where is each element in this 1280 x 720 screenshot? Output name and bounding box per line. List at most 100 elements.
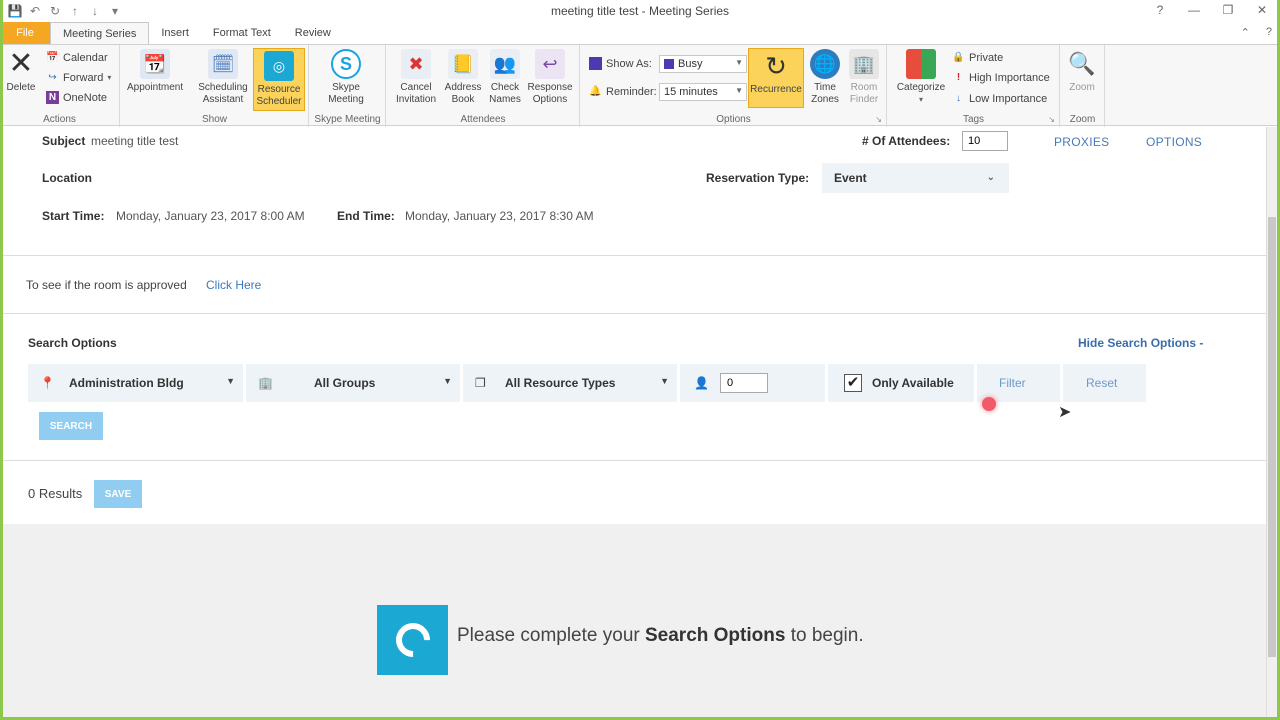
close-icon[interactable]: ✕ <box>1254 2 1270 18</box>
dialog-launcher-icon[interactable]: ↘ <box>1048 115 1055 124</box>
subject-value: meeting title test <box>91 134 179 148</box>
cancel-invitation-icon: ✖ <box>401 49 431 79</box>
group-skype-meeting: S Skype Meeting Skype Meeting <box>310 45 386 127</box>
vertical-scrollbar[interactable] <box>1266 127 1277 717</box>
recurrence-icon: ↻ <box>765 51 787 81</box>
results-count: 0 Results <box>28 486 83 501</box>
end-time-value: Monday, January 23, 2017 8:30 AM <box>405 209 594 223</box>
reset-button[interactable]: Reset <box>1063 364 1146 402</box>
check-names-icon: 👥 <box>490 49 520 79</box>
groups-dropdown[interactable]: 🏢 All Groups ▼ <box>246 364 460 402</box>
mouse-pointer-icon: ➤ <box>1058 404 1072 421</box>
resource-types-dropdown[interactable]: ❐ All Resource Types ▼ <box>463 364 677 402</box>
help-icon[interactable]: ? <box>1152 2 1168 18</box>
show-as-dropdown[interactable]: Busy ▼ <box>659 55 747 73</box>
chevron-down-icon: ⌄ <box>986 172 995 183</box>
scrollbar-thumb[interactable] <box>1268 217 1276 657</box>
check-names-button[interactable]: 👥 Check Names <box>487 49 523 106</box>
address-book-icon: 📒 <box>448 49 478 79</box>
calendar-icon: 📅 <box>46 52 59 63</box>
zoom-button[interactable]: 🔍 Zoom <box>1067 49 1097 94</box>
low-importance-button[interactable]: ↓ Low Importance <box>952 92 1047 105</box>
collapse-ribbon-icon[interactable]: ⌃ <box>1241 26 1250 39</box>
delete-button[interactable]: ✕ Delete <box>6 49 36 94</box>
chevron-down-icon: ▾ <box>107 73 112 82</box>
group-attendees: ✖ Cancel Invitation 📒 Address Book 👥 Che… <box>387 45 580 127</box>
room-finder-button[interactable]: 🏢 Room Finder <box>845 49 883 106</box>
building-icon: 🏢 <box>258 376 273 390</box>
caret-down-icon: ▼ <box>443 376 452 386</box>
private-button[interactable]: 🔒 Private <box>952 51 1003 64</box>
response-options-button[interactable]: ↩ Response Options <box>525 49 575 106</box>
recurrence-button[interactable]: ↻ Recurrence <box>748 48 804 108</box>
start-time-label: Start Time: <box>42 209 105 223</box>
tab-review[interactable]: Review <box>283 22 343 44</box>
hide-search-options-link[interactable]: Hide Search Options - <box>1078 336 1203 350</box>
attendees-input[interactable] <box>962 131 1008 151</box>
forward-icon: ↪ <box>48 72 57 83</box>
window-title: meeting title test - Meeting Series <box>550 4 730 18</box>
time-zones-button[interactable]: 🌐 Time Zones <box>807 49 843 106</box>
copy-icon: ❐ <box>475 376 486 390</box>
tab-format-text[interactable]: Format Text <box>201 22 283 44</box>
cancel-invitation-button[interactable]: ✖ Cancel Invitation <box>393 49 439 106</box>
group-tags: Categorize ▾ 🔒 Private ! High Importance… <box>888 45 1060 127</box>
categorize-button[interactable]: Categorize ▾ <box>894 49 948 106</box>
resource-scheduler-button[interactable]: ◎ Resource Scheduler <box>253 48 305 111</box>
title-bar: 💾 ↶ ↻ ↑ ↓ ▾ meeting title test - Meeting… <box>0 0 1280 22</box>
restore-icon[interactable]: ❐ <box>1220 2 1236 18</box>
ribbon-tabs: File Meeting Series Insert Format Text R… <box>0 22 1280 44</box>
group-options: Show As: Busy ▼ 🔔 Reminder: 15 minutes ▼… <box>581 45 887 127</box>
reminder-dropdown[interactable]: 15 minutes ▼ <box>659 83 747 101</box>
tab-insert[interactable]: Insert <box>149 22 201 44</box>
minimize-icon[interactable]: — <box>1186 2 1202 18</box>
attendees-label: # Of Attendees: <box>862 134 951 148</box>
scheduling-assistant-button[interactable]: 🗓 Scheduling Assistant <box>195 49 251 106</box>
show-as-icon <box>589 57 602 70</box>
reservation-type-dropdown[interactable]: Event ⌄ <box>822 163 1009 193</box>
address-book-button[interactable]: 📒 Address Book <box>443 49 483 106</box>
resource-scheduler-logo <box>377 605 448 675</box>
reservation-type-label: Reservation Type: <box>706 171 810 185</box>
end-time-label: End Time: <box>337 209 395 223</box>
chevron-down-icon: ▾ <box>918 95 923 104</box>
proxies-button[interactable]: PROXIES <box>1054 135 1109 149</box>
click-here-link[interactable]: Click Here <box>206 278 261 292</box>
scheduling-assistant-icon: 🗓 <box>208 49 238 79</box>
tab-file[interactable]: File <box>0 22 50 44</box>
map-pin-icon: 📍 <box>40 376 55 390</box>
divider <box>3 313 1266 314</box>
empty-state-message: Please complete your Search Options to b… <box>457 625 864 646</box>
chevron-down-icon: ▼ <box>735 86 743 95</box>
tab-meeting-series[interactable]: Meeting Series <box>50 22 150 44</box>
logo-ring-icon <box>388 615 437 665</box>
capacity-filter: 👤 <box>680 364 825 402</box>
save-button[interactable]: SAVE <box>94 480 142 508</box>
capacity-input[interactable] <box>720 373 768 393</box>
only-available-checkbox[interactable]: ✔ <box>844 374 862 392</box>
person-icon: 👤 <box>694 376 709 390</box>
appointment-icon: 📆 <box>140 49 171 79</box>
search-button[interactable]: SEARCH <box>39 412 103 440</box>
search-options-title: Search Options <box>28 336 117 350</box>
bell-icon: 🔔 <box>589 86 602 97</box>
high-importance-button[interactable]: ! High Importance <box>952 71 1050 84</box>
forward-button[interactable]: ↪ Forward ▾ <box>46 71 111 84</box>
options-button[interactable]: OPTIONS <box>1146 135 1202 149</box>
ribbon-help-icon[interactable]: ? <box>1266 26 1272 39</box>
appointment-button[interactable]: 📆 Appointment <box>127 49 183 94</box>
onenote-button[interactable]: N OneNote <box>46 91 107 104</box>
reminder-label: 🔔 Reminder: <box>589 85 657 98</box>
response-options-icon: ↩ <box>535 49 565 79</box>
dialog-launcher-icon[interactable]: ↘ <box>875 115 882 124</box>
calendar-button[interactable]: 📅 Calendar <box>46 51 107 64</box>
only-available-filter: ✔ Only Available <box>828 364 974 402</box>
show-as-label: Show As: <box>589 57 652 70</box>
divider <box>3 255 1266 256</box>
skype-meeting-button[interactable]: S Skype Meeting <box>322 49 370 106</box>
approval-text: To see if the room is approved <box>26 278 187 292</box>
start-time-value: Monday, January 23, 2017 8:00 AM <box>116 209 305 223</box>
group-zoom: 🔍 Zoom Zoom <box>1061 45 1105 127</box>
search-filter-bar: 📍 Administration Bldg ▼ 🏢 All Groups ▼ ❐… <box>28 364 1146 402</box>
building-dropdown[interactable]: 📍 Administration Bldg ▼ <box>28 364 243 402</box>
